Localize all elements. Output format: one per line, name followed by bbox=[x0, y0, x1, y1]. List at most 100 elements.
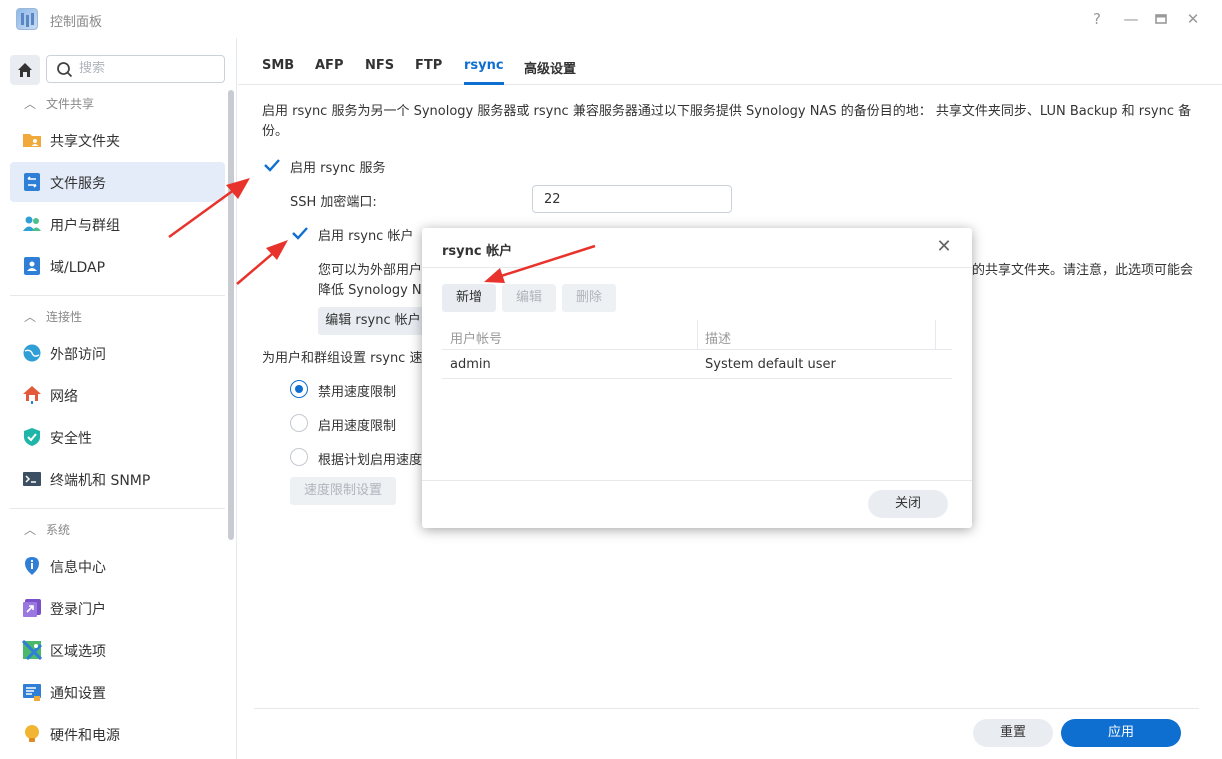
reset-button[interactable]: 重置 bbox=[973, 719, 1053, 747]
tab-advanced[interactable]: 高级设置 bbox=[524, 58, 576, 77]
add-button[interactable]: 新增 bbox=[442, 284, 496, 312]
apply-button[interactable]: 应用 bbox=[1061, 719, 1181, 747]
region-icon bbox=[22, 640, 42, 660]
sidebar-item-external-access[interactable]: 外部访问 bbox=[10, 333, 225, 373]
control-panel-app-icon bbox=[16, 8, 38, 30]
checkmark-icon bbox=[264, 159, 280, 172]
search-box[interactable] bbox=[46, 55, 225, 83]
home-icon bbox=[18, 63, 32, 77]
annotation-arrowhead bbox=[266, 240, 288, 260]
radio-enable-speed-limit[interactable] bbox=[290, 414, 308, 432]
dialog-footer-divider bbox=[422, 480, 972, 481]
info-icon bbox=[25, 557, 39, 575]
window-title: 控制面板 bbox=[50, 15, 103, 30]
users-icon bbox=[23, 216, 41, 231]
account-note-line1: 您可以为外部用户 bbox=[318, 263, 423, 278]
sidebar: ︿文件共享 共享文件夹 文件服务 用户与群组 域/LDAP ︿连接性 外部访问 … bbox=[0, 38, 237, 759]
column-header-user[interactable]: 用户帐号 bbox=[450, 328, 502, 347]
tab-rsync[interactable]: rsync bbox=[464, 58, 504, 73]
home-button[interactable] bbox=[10, 55, 40, 85]
sidebar-item-file-services[interactable]: 文件服务 bbox=[10, 162, 225, 202]
sidebar-item-hardware-power[interactable]: 硬件和电源 bbox=[10, 714, 225, 754]
enable-rsync-service-checkbox[interactable] bbox=[262, 156, 280, 174]
radio-enable-speed-limit-label: 启用速度限制 bbox=[318, 419, 397, 434]
sidebar-item-security[interactable]: 安全性 bbox=[10, 417, 225, 457]
folder-share-icon bbox=[23, 134, 41, 147]
ssh-port-label: SSH 加密端口: bbox=[290, 195, 377, 210]
enable-rsync-account-label: 启用 rsync 帐户 bbox=[318, 229, 414, 244]
sidebar-scrollbar[interactable] bbox=[228, 90, 234, 540]
shield-icon bbox=[24, 428, 40, 446]
speed-limit-settings-button[interactable]: 速度限制设置 bbox=[290, 477, 396, 505]
section-file-sharing[interactable]: ︿ 文件共享 bbox=[24, 95, 94, 112]
tab-smb[interactable]: SMB bbox=[262, 58, 294, 73]
account-note-line2: 降低 Synology N bbox=[318, 283, 422, 298]
enable-rsync-service-label: 启用 rsync 服务 bbox=[290, 161, 386, 176]
edit-rsync-account-button[interactable]: 编辑 rsync 帐户 bbox=[318, 307, 428, 335]
sidebar-item-terminal-snmp[interactable]: 终端机和 SNMP bbox=[10, 459, 225, 499]
table-header: 用户帐号 描述 bbox=[442, 320, 952, 350]
chevron-up-icon: ︿ bbox=[24, 310, 37, 324]
notification-icon bbox=[23, 684, 41, 701]
column-header-description[interactable]: 描述 bbox=[705, 328, 731, 347]
checkmark-icon bbox=[292, 227, 308, 240]
dialog-close-button[interactable]: 关闭 bbox=[868, 490, 948, 518]
login-portal-icon bbox=[23, 599, 41, 617]
sidebar-item-shared-folder[interactable]: 共享文件夹 bbox=[10, 120, 225, 160]
edit-button[interactable]: 编辑 bbox=[502, 284, 556, 312]
radio-disable-speed-limit[interactable] bbox=[290, 380, 308, 398]
sidebar-item-regional-options[interactable]: 区域选项 bbox=[10, 630, 225, 670]
rsync-account-dialog: rsync 帐户 ✕ 新增 编辑 删除 用户帐号 描述 admin System… bbox=[422, 228, 972, 528]
dialog-close-icon[interactable]: ✕ bbox=[935, 238, 953, 256]
network-icon bbox=[23, 386, 41, 404]
annotation-arrow bbox=[236, 248, 279, 285]
minimize-icon[interactable]: — bbox=[1121, 9, 1141, 29]
sidebar-item-notification[interactable]: 通知设置 bbox=[10, 672, 225, 712]
cell-user: admin bbox=[450, 357, 491, 372]
title-bar: 控制面板 ? — ✕ bbox=[0, 0, 1222, 38]
chevron-up-icon: ︿ bbox=[24, 523, 37, 537]
enable-rsync-account-checkbox[interactable] bbox=[290, 224, 308, 242]
column-separator bbox=[935, 320, 936, 350]
column-separator bbox=[697, 320, 698, 350]
tab-afp[interactable]: AFP bbox=[315, 58, 343, 73]
tab-ftp[interactable]: FTP bbox=[415, 58, 442, 73]
help-icon[interactable]: ? bbox=[1087, 9, 1107, 29]
terminal-icon bbox=[23, 472, 41, 486]
account-note-right: 的共享文件夹。请注意，此选项可能会 bbox=[972, 263, 1194, 278]
sidebar-item-users-groups[interactable]: 用户与群组 bbox=[10, 204, 225, 244]
radio-schedule-speed-limit-label: 根据计划启用速度 bbox=[318, 453, 423, 468]
search-icon bbox=[57, 62, 73, 78]
account-table: 用户帐号 描述 admin System default user bbox=[442, 320, 952, 379]
sidebar-item-login-portal[interactable]: 登录门户 bbox=[10, 588, 225, 628]
tab-bar: SMB AFP NFS FTP rsync 高级设置 bbox=[238, 38, 1222, 85]
sidebar-item-network[interactable]: 网络 bbox=[10, 375, 225, 415]
section-connectivity[interactable]: ︿ 连接性 bbox=[24, 308, 82, 325]
sidebar-divider bbox=[10, 295, 225, 296]
tab-nfs[interactable]: NFS bbox=[365, 58, 394, 73]
sidebar-item-info-center[interactable]: 信息中心 bbox=[10, 546, 225, 586]
bulb-icon bbox=[25, 725, 39, 742]
chevron-up-icon: ︿ bbox=[24, 97, 37, 111]
maximize-icon[interactable] bbox=[1151, 9, 1171, 29]
cell-description: System default user bbox=[705, 357, 836, 372]
radio-disable-speed-limit-label: 禁用速度限制 bbox=[318, 385, 397, 400]
radio-schedule-speed-limit[interactable] bbox=[290, 448, 308, 466]
section-system[interactable]: ︿ 系统 bbox=[24, 521, 70, 538]
domain-icon bbox=[24, 257, 40, 275]
footer-divider bbox=[254, 708, 1199, 709]
sidebar-divider bbox=[10, 508, 225, 509]
ssh-port-input[interactable] bbox=[532, 185, 732, 213]
speed-limit-heading: 为用户和群组设置 rsync 速 bbox=[262, 351, 423, 366]
delete-button[interactable]: 删除 bbox=[562, 284, 616, 312]
close-icon[interactable]: ✕ bbox=[1183, 9, 1203, 29]
sidebar-item-domain-ldap[interactable]: 域/LDAP bbox=[10, 246, 225, 286]
dialog-header-divider bbox=[422, 267, 972, 268]
external-access-icon bbox=[23, 344, 41, 362]
table-row[interactable]: admin System default user bbox=[442, 350, 952, 379]
active-tab-indicator bbox=[464, 82, 504, 85]
search-input[interactable] bbox=[79, 61, 219, 76]
file-services-icon bbox=[24, 173, 40, 191]
rsync-description: 启用 rsync 服务为另一个 Synology 服务器或 rsync 兼容服务… bbox=[262, 104, 1192, 139]
dialog-title: rsync 帐户 bbox=[442, 244, 513, 259]
